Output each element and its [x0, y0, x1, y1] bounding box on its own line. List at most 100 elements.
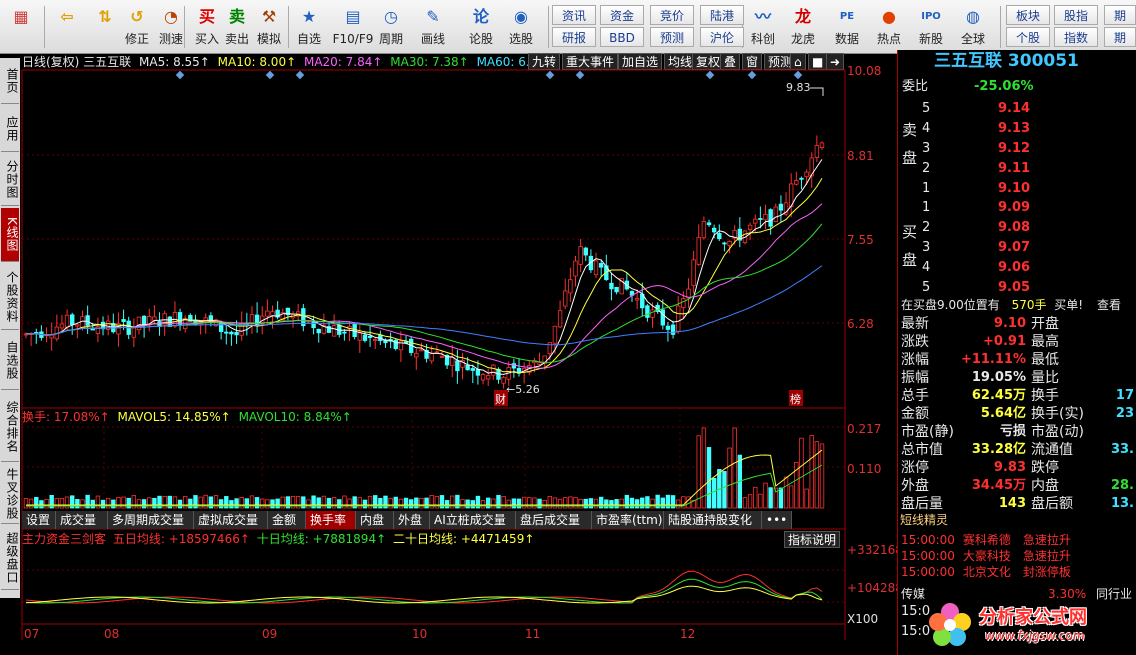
candle-body	[753, 218, 758, 224]
price-label: 8.81	[847, 149, 874, 163]
buy-side-label: 买盘	[902, 223, 918, 269]
toolbar-button-14[interactable]: 〰科创	[748, 4, 778, 50]
toolbar-button-2[interactable]: ⇅	[90, 4, 120, 50]
stock-title: 三五互联 300051	[934, 51, 1079, 71]
toolbar-label: 科创	[750, 32, 775, 46]
capital-axis-mid: +104288	[847, 581, 903, 595]
toolbar-button-4[interactable]: ◔ 测速	[156, 4, 186, 50]
indicator-tab-4[interactable]: 金额	[268, 511, 306, 529]
indicator-tab-0[interactable]: 设置	[22, 511, 56, 529]
toolbar-button-5[interactable]: 买买入	[192, 4, 222, 50]
stat-label-2: 最高	[1031, 334, 1059, 350]
quick-link-3-0[interactable]: 陆港	[700, 5, 744, 25]
toolbar-button-15[interactable]: 龙龙虎	[788, 4, 818, 50]
quick-link-5-1[interactable]: 指数	[1054, 27, 1098, 47]
event-marker-icon[interactable]	[793, 70, 803, 80]
indicator-tab-12[interactable]: •••	[762, 511, 792, 529]
event-marker-icon[interactable]	[295, 70, 305, 80]
quick-link-3-1[interactable]: 沪伦	[700, 27, 744, 47]
bid-price[interactable]: 9.07	[998, 239, 1030, 257]
capital-header: 主力资金三剑客 五日均线: +18597466↑ 十日均线: +7881894↑…	[22, 531, 534, 547]
ask-price[interactable]: 9.12	[998, 140, 1030, 158]
quick-link-6-1[interactable]: 期	[1104, 27, 1136, 47]
indicator-help-button[interactable]: 指标说明	[784, 531, 841, 548]
toolbar-label: 数据	[834, 32, 859, 46]
stat-value-2: 28.	[1110, 478, 1134, 493]
bid-price[interactable]: 9.08	[998, 219, 1030, 237]
notice-link[interactable]: 查看	[1097, 298, 1121, 312]
bid-price[interactable]: 9.09	[998, 199, 1030, 217]
quick-link-5-0[interactable]: 股指	[1054, 5, 1098, 25]
main-toolbar: ▦ ⇦ ⇅ ↺ 修正 ◔ 测速买买入卖卖出 ⚒ 模拟 ★ 自选 ▤ F10/F9 ◷ 周期 ✎ 画线论论股 ◉ 选股…	[0, 0, 1136, 54]
toolbar-button-19[interactable]: ◍ 全球	[958, 4, 988, 50]
candle-body	[70, 314, 75, 326]
toolbar-button-17[interactable]: ● 热点	[874, 4, 904, 50]
quick-link-0-1[interactable]: 研报	[552, 27, 596, 47]
sprite-time: 15:00:00	[901, 533, 955, 547]
toolbar-button-9[interactable]: ▤ F10/F9	[332, 4, 374, 50]
indicator-tab-2[interactable]: 多周期成交量	[108, 511, 194, 529]
ask-price[interactable]: 9.14	[998, 100, 1030, 118]
event-marker-icon[interactable]	[705, 70, 715, 80]
indicator-tab-11[interactable]: 陆股通持股变化	[664, 511, 762, 529]
toolbar-button-7[interactable]: ⚒ 模拟	[254, 4, 284, 50]
quick-link-4-1[interactable]: 个股	[1006, 27, 1050, 47]
toolbar-button-13[interactable]: ◉ 选股	[506, 4, 536, 50]
toolbar-button-12[interactable]: 论论股	[466, 4, 496, 50]
indicator-tab-9[interactable]: 盘后成交量	[516, 511, 592, 529]
indicator-tab-7[interactable]: 外盘	[394, 511, 430, 529]
ask-price[interactable]: 9.10	[998, 180, 1030, 198]
time-label: 11	[525, 627, 541, 641]
quick-link-4-0[interactable]: 板块	[1006, 5, 1050, 25]
volume-bar	[634, 499, 640, 509]
volume-bar	[398, 498, 404, 509]
indicator-tab-3[interactable]: 虚拟成交量	[194, 511, 268, 529]
quick-link-6-0[interactable]: 期	[1104, 5, 1136, 25]
candle-body	[465, 364, 470, 371]
event-marker-icon[interactable]	[545, 70, 555, 80]
toolbar-button-18[interactable]: IPO 新股	[916, 4, 946, 50]
toolbar-button-11[interactable]: ✎ 画线	[418, 4, 448, 50]
event-marker-icon[interactable]	[575, 70, 585, 80]
candle-body	[342, 331, 347, 334]
ask-price[interactable]: 9.11	[998, 160, 1030, 178]
candle-body	[234, 331, 239, 336]
stat-value: 34.45万	[971, 478, 1026, 493]
event-marker-icon[interactable]	[175, 70, 185, 80]
toolbar-button-3[interactable]: ↺ 修正	[122, 4, 152, 50]
ma5-line	[25, 159, 823, 375]
ask-price[interactable]: 9.13	[998, 120, 1030, 138]
event-marker-icon[interactable]	[265, 70, 275, 80]
volume-bar	[609, 500, 614, 509]
bid-price[interactable]: 9.06	[998, 259, 1030, 277]
volume-bar	[619, 498, 624, 509]
candle-body	[229, 331, 234, 335]
ask-level: 1	[922, 181, 931, 196]
toolbar-button-6[interactable]: 卖卖出	[222, 4, 252, 50]
toolbar-button-16[interactable]: PE 数据	[832, 4, 862, 50]
event-marker-icon[interactable]	[747, 70, 757, 80]
stat-value: 19.05%	[971, 370, 1026, 385]
toolbar-button-10[interactable]: ◷ 周期	[376, 4, 406, 50]
toolbar-button-0[interactable]: ▦	[6, 4, 36, 50]
indicator-tab-10[interactable]: 市盈率(ttm)	[592, 511, 664, 529]
indicator-tab-1[interactable]: 成交量	[56, 511, 108, 529]
quick-link-2-1[interactable]: 预测	[650, 27, 694, 47]
candle-body	[537, 362, 542, 365]
quick-link-1-0[interactable]: 资金	[600, 5, 644, 25]
sprite-row[interactable]: 15:00:00 北京文化 封涨停板	[901, 563, 1071, 581]
indicator-tab-5[interactable]: 换手率	[306, 511, 356, 529]
indicator-tab-8[interactable]: AI立桩成交量	[430, 511, 516, 529]
indicator-tab-6[interactable]: 内盘	[356, 511, 394, 529]
toolbar-label: F10/F9	[332, 32, 374, 46]
capital-ma20-line	[25, 585, 823, 604]
toolbar-button-1[interactable]: ⇦	[52, 4, 82, 50]
candle-body	[367, 335, 373, 338]
toolbar-button-8[interactable]: ★ 自选	[294, 4, 324, 50]
quick-link-2-0[interactable]: 竞价	[650, 5, 694, 25]
volume-bar	[39, 500, 44, 509]
quick-link-0-0[interactable]: 资讯	[552, 5, 596, 25]
bid-price[interactable]: 9.05	[998, 279, 1030, 297]
quick-link-1-1[interactable]: BBD	[600, 27, 644, 47]
notice-volume: 570手	[1011, 298, 1047, 312]
